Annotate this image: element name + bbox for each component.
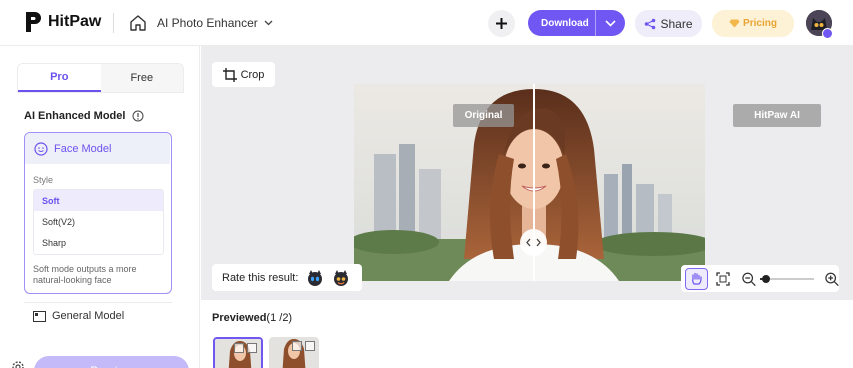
enhanced-label: HitPaw AI: [733, 104, 821, 127]
chevron-down-icon: [605, 19, 616, 27]
tool-title: AI Photo Enhancer: [157, 16, 258, 30]
rate-label: Rate this result:: [222, 271, 299, 284]
image-canvas: Crop Original HitPaw AI Rate this result…: [201, 46, 853, 300]
preview-button[interactable]: Preview: [34, 356, 189, 368]
style-label: Style: [33, 175, 54, 185]
chevron-left-right-icon: [526, 238, 541, 247]
crop-button[interactable]: Crop: [212, 62, 275, 87]
zoom-in-icon[interactable]: [824, 271, 839, 287]
image-icon[interactable]: [305, 341, 315, 351]
hitpaw-logo-icon: [26, 12, 41, 32]
fit-screen-icon: [715, 271, 730, 286]
style-description: Soft mode outputs a more natural-looking…: [33, 264, 137, 285]
download-options-button[interactable]: [596, 19, 625, 27]
rating-bar: Rate this result:: [212, 264, 362, 291]
tab-pro[interactable]: Pro: [18, 64, 101, 92]
header-divider: [113, 13, 114, 33]
image-icon[interactable]: [247, 343, 257, 353]
add-button[interactable]: [488, 10, 515, 37]
pricing-label: Pricing: [743, 18, 777, 29]
gear-icon[interactable]: [10, 359, 26, 368]
pricing-button[interactable]: Pricing: [712, 10, 794, 37]
previewed-count: (1 /2): [266, 312, 293, 324]
chevron-down-icon: [264, 20, 273, 26]
like-emoji-icon[interactable]: [332, 269, 350, 287]
original-label: Original: [453, 104, 514, 127]
preview-thumbnail[interactable]: [269, 337, 319, 368]
zoom-out-icon[interactable]: [741, 271, 756, 287]
brand-name: HitPaw: [48, 13, 102, 30]
preview-thumbnail[interactable]: [213, 337, 263, 368]
compare-icon[interactable]: [292, 341, 302, 351]
download-button[interactable]: Download: [528, 10, 625, 36]
crop-icon: [222, 67, 237, 82]
thumbnail-actions: [231, 343, 257, 353]
share-button[interactable]: Share: [635, 10, 702, 37]
style-option-soft[interactable]: Soft: [34, 190, 163, 211]
hitpaw-logo[interactable]: HitPaw: [24, 9, 101, 35]
compare-icon[interactable]: [234, 343, 244, 353]
compare-slider-handle[interactable]: [520, 229, 547, 256]
fit-screen-button[interactable]: [712, 268, 733, 290]
face-model-option[interactable]: Face Model: [25, 133, 170, 164]
vip-badge: [822, 28, 833, 39]
share-label: Share: [660, 16, 693, 31]
pan-tool-button[interactable]: [685, 267, 708, 290]
previewed-strip: Previewed(1 /2): [201, 300, 853, 368]
plan-tabs: Pro Free: [17, 63, 184, 93]
style-option-sharp[interactable]: Sharp: [34, 232, 163, 253]
image-icon: [33, 311, 46, 322]
dislike-emoji-icon[interactable]: [306, 269, 324, 287]
info-icon[interactable]: [132, 110, 144, 122]
style-list: Soft Soft(V2) Sharp: [33, 189, 164, 255]
crop-label: Crop: [240, 68, 265, 81]
previewed-title: Previewed(1 /2): [212, 312, 292, 324]
face-model-label: Face Model: [54, 142, 112, 155]
thumbnail-actions: [289, 341, 315, 351]
top-header: HitPaw AI Photo Enhancer Download Share: [0, 0, 853, 46]
tool-selector[interactable]: AI Photo Enhancer: [157, 16, 273, 30]
style-option-soft-v2[interactable]: Soft(V2): [34, 211, 163, 232]
download-label: Download: [541, 17, 589, 29]
face-icon: [34, 141, 48, 156]
general-model-option[interactable]: General Model: [24, 302, 172, 322]
home-icon[interactable]: [129, 14, 147, 32]
settings-panel: Pro Free AI Enhanced Model Face Model St…: [0, 46, 200, 368]
hand-icon: [692, 272, 702, 285]
zoom-controls: [681, 265, 839, 292]
zoom-slider[interactable]: [760, 272, 814, 286]
previewed-label: Previewed: [212, 312, 267, 324]
share-icon: [645, 18, 656, 29]
section-title-text: AI Enhanced Model: [24, 110, 126, 122]
plus-icon: [496, 18, 507, 29]
zoom-slider-handle[interactable]: [761, 274, 770, 283]
section-title: AI Enhanced Model: [24, 110, 144, 122]
diamond-icon: [729, 19, 740, 28]
general-model-label: General Model: [52, 310, 125, 322]
face-model-card: Face Model Style Soft Soft(V2) Sharp Sof…: [24, 132, 172, 294]
tab-free[interactable]: Free: [100, 64, 183, 92]
